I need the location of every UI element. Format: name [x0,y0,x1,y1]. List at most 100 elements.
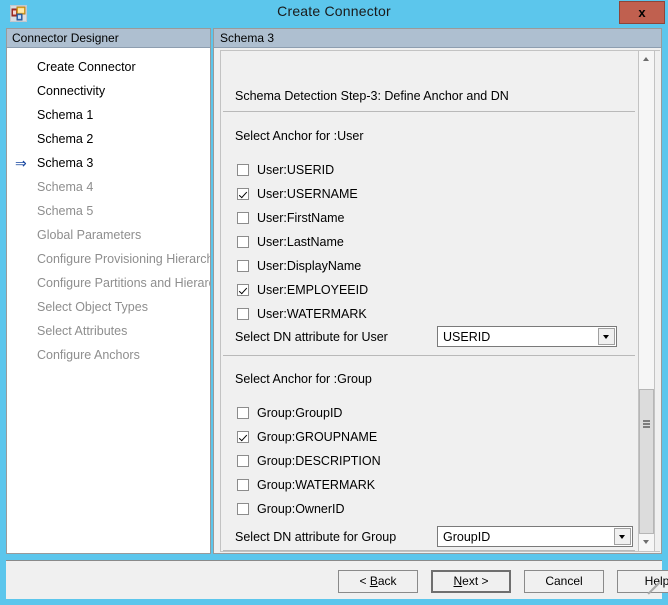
sidebar-item-schema-1[interactable]: Schema 1 [7,103,210,127]
user-dn-value: USERID [443,330,491,344]
sidebar-item-global-parameters: Global Parameters [7,223,210,247]
next-button-label: Next > [453,574,489,588]
separator-bottom [223,550,635,551]
checkbox-checked-icon[interactable] [237,431,249,443]
checkbox-checked-icon[interactable] [237,188,249,200]
back-button[interactable]: < Back [338,570,418,593]
sidebar-item-configure-anchors: Configure Anchors [7,343,210,367]
group-section-label: Select Anchor for :Group [235,372,372,386]
group-anchor-checkbox-label: Group:WATERMARK [257,478,376,492]
scrollbar-grip-icon [643,420,650,422]
user-anchor-checkbox-label: User:USERID [257,163,335,177]
next-button[interactable]: Next > [431,570,511,593]
group-anchor-checkbox-label: Group:OwnerID [257,502,345,516]
sidebar-item-create-connector[interactable]: Create Connector [7,55,210,79]
user-anchor-checkbox-row[interactable]: User:WATERMARK [237,307,367,325]
navigation-list: Create Connector Connectivity Schema 1 Sche… [7,49,210,367]
sidebar-item-label: Schema 3 [37,156,94,170]
sidebar-item-label: Configure Anchors [37,348,140,362]
sidebar-item-label: Schema 2 [37,132,94,146]
resize-grip-icon[interactable] [646,581,661,597]
checkbox-unchecked-icon[interactable] [237,455,249,467]
group-anchor-checkbox-row[interactable]: Group:WATERMARK [237,478,375,496]
group-anchor-checkbox-row[interactable]: Group:GROUPNAME [237,430,377,448]
back-accel: B [369,574,378,588]
sidebar-item-label: Connectivity [37,84,106,98]
sidebar-item-label: Global Parameters [37,228,142,242]
connector-designer-pane: Connector Designer Create Connector Conne… [6,28,211,554]
sidebar-item-connectivity[interactable]: Connectivity [7,79,210,103]
sidebar-item-label: Schema 5 [37,204,94,218]
group-anchor-checkbox-label: Group:DESCRIPTION [257,454,381,468]
sidebar-item-label: Create Connector [37,60,136,74]
scroll-down-button[interactable] [639,534,654,551]
group-anchor-checkbox-label: Group:GROUPNAME [257,430,378,444]
back-button-label: < Back [359,574,397,588]
group-anchor-checkbox-row[interactable]: Group:GroupID [237,406,342,424]
user-anchor-checkbox-label: User:USERNAME [257,187,358,201]
scroll-up-button[interactable] [639,51,654,68]
scrollbar-thumb[interactable] [639,389,654,534]
content-frame: Schema Detection Step-3: Define Anchor a… [220,50,660,552]
title-bar: Create Connector x [0,0,668,26]
sidebar-item-configure-provisioning-hierarchy: Configure Provisioning Hierarchy [7,247,210,271]
schema-pane: Schema 3 Schema Detection Step-3: Define… [213,28,662,554]
checkbox-unchecked-icon[interactable] [237,164,249,176]
group-anchor-checkbox-row[interactable]: Group:OwnerID [237,502,345,520]
checkbox-unchecked-icon[interactable] [237,407,249,419]
sidebar-item-schema-5: Schema 5 [7,199,210,223]
group-dn-combobox[interactable]: GroupID [437,526,633,547]
user-anchor-checkbox-row[interactable]: User:USERID [237,163,334,181]
content-scroll-area: Schema Detection Step-3: Define Anchor a… [221,51,641,551]
next-accel: N [453,574,463,588]
checkbox-unchecked-icon[interactable] [237,212,249,224]
user-anchor-checkbox-row[interactable]: User:USERNAME [237,187,358,205]
checkbox-unchecked-icon[interactable] [237,308,249,320]
user-anchor-checkbox-label: User:FirstName [257,211,345,225]
separator-top [223,111,635,112]
right-pane-header: Schema 3 [214,29,661,48]
checkbox-unchecked-icon[interactable] [237,503,249,515]
user-anchor-checkbox-row[interactable]: User:EMPLOYEEID [237,283,368,301]
dialog-button-bar: < Back Next > Cancel Help [6,560,668,599]
checkbox-unchecked-icon[interactable] [237,479,249,491]
chevron-down-icon[interactable] [598,328,615,345]
sidebar-item-configure-partitions-and-hierarchies: Configure Partitions and Hierarchies [7,271,210,295]
chevron-down-icon[interactable] [614,528,631,545]
user-dn-label: Select DN attribute for User [235,330,388,344]
close-button[interactable]: x [619,1,665,24]
user-dn-combobox[interactable]: USERID [437,326,617,347]
vertical-scrollbar[interactable] [638,50,655,552]
group-anchor-checkbox-row[interactable]: Group:DESCRIPTION [237,454,381,472]
sidebar-item-schema-3[interactable]: ⇒ Schema 3 [7,151,210,175]
sidebar-item-label: Schema 1 [37,108,94,122]
group-dn-value: GroupID [443,530,491,544]
user-anchor-checkbox-label: User:DisplayName [257,259,362,273]
current-step-arrow-icon: ⇒ [15,155,27,171]
checkbox-unchecked-icon[interactable] [237,260,249,272]
help-button[interactable]: Help [617,570,668,593]
sidebar-item-schema-2[interactable]: Schema 2 [7,127,210,151]
user-anchor-checkbox-row[interactable]: User:LastName [237,235,344,253]
checkbox-checked-icon[interactable] [237,284,249,296]
user-anchor-checkbox-row[interactable]: User:DisplayName [237,259,361,277]
group-dn-label: Select DN attribute for Group [235,530,397,544]
sidebar-item-label: Schema 4 [37,180,94,194]
user-anchor-checkbox-row[interactable]: User:FirstName [237,211,345,229]
sidebar-item-schema-4: Schema 4 [7,175,210,199]
group-anchor-checkbox-label: Group:GroupID [257,406,343,420]
checkbox-unchecked-icon[interactable] [237,236,249,248]
step-title: Schema Detection Step-3: Define Anchor a… [235,89,509,103]
sidebar-item-label: Select Attributes [37,324,128,338]
sidebar-item-select-object-types: Select Object Types [7,295,210,319]
dialog-window: Create Connector x Connector Designer Cr… [0,0,668,605]
sidebar-item-label: Select Object Types [37,300,148,314]
left-pane-header: Connector Designer [7,29,210,48]
window-title: Create Connector [277,3,391,19]
user-anchor-checkbox-label: User:WATERMARK [257,307,367,321]
user-anchor-checkbox-label: User:LastName [257,235,344,249]
user-section-label: Select Anchor for :User [235,129,364,143]
sidebar-item-select-attributes: Select Attributes [7,319,210,343]
sidebar-item-label: Configure Provisioning Hierarchy [37,252,211,266]
cancel-button[interactable]: Cancel [524,570,604,593]
